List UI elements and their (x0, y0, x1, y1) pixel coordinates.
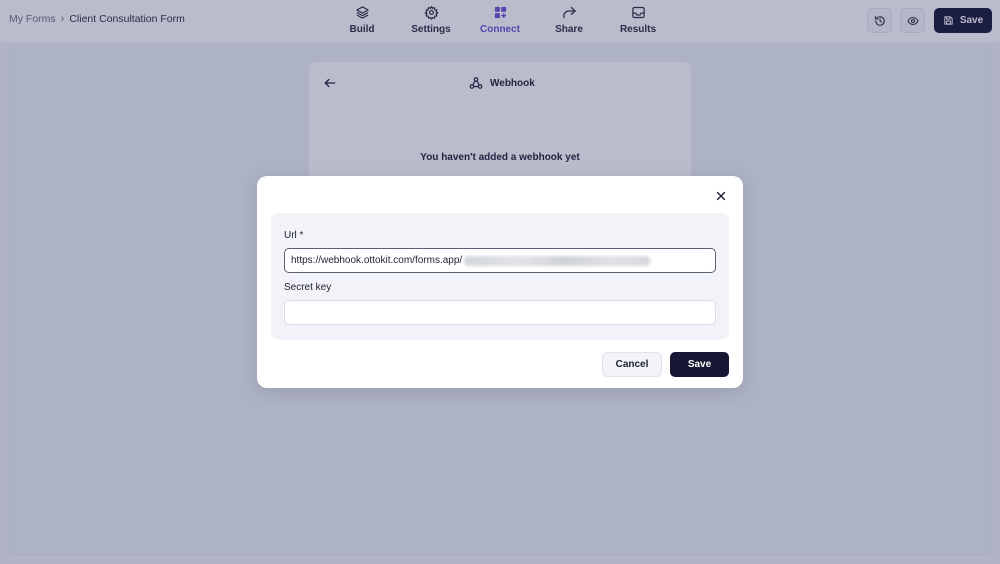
modal-close-button[interactable] (714, 189, 728, 203)
close-icon (716, 191, 726, 201)
url-input[interactable]: https://webhook.ottokit.com/forms.app/ (284, 248, 716, 273)
secret-key-label: Secret key (284, 282, 332, 293)
webhook-modal: Url * https://webhook.ottokit.com/forms.… (257, 176, 743, 388)
url-redacted-segment (464, 255, 651, 266)
save-webhook-button[interactable]: Save (670, 352, 729, 377)
cancel-button[interactable]: Cancel (602, 352, 662, 377)
url-value: https://webhook.ottokit.com/forms.app/ (291, 255, 463, 266)
secret-key-input[interactable] (284, 300, 716, 325)
webhook-form: Url * https://webhook.ottokit.com/forms.… (271, 213, 729, 340)
url-label: Url * (284, 230, 304, 241)
